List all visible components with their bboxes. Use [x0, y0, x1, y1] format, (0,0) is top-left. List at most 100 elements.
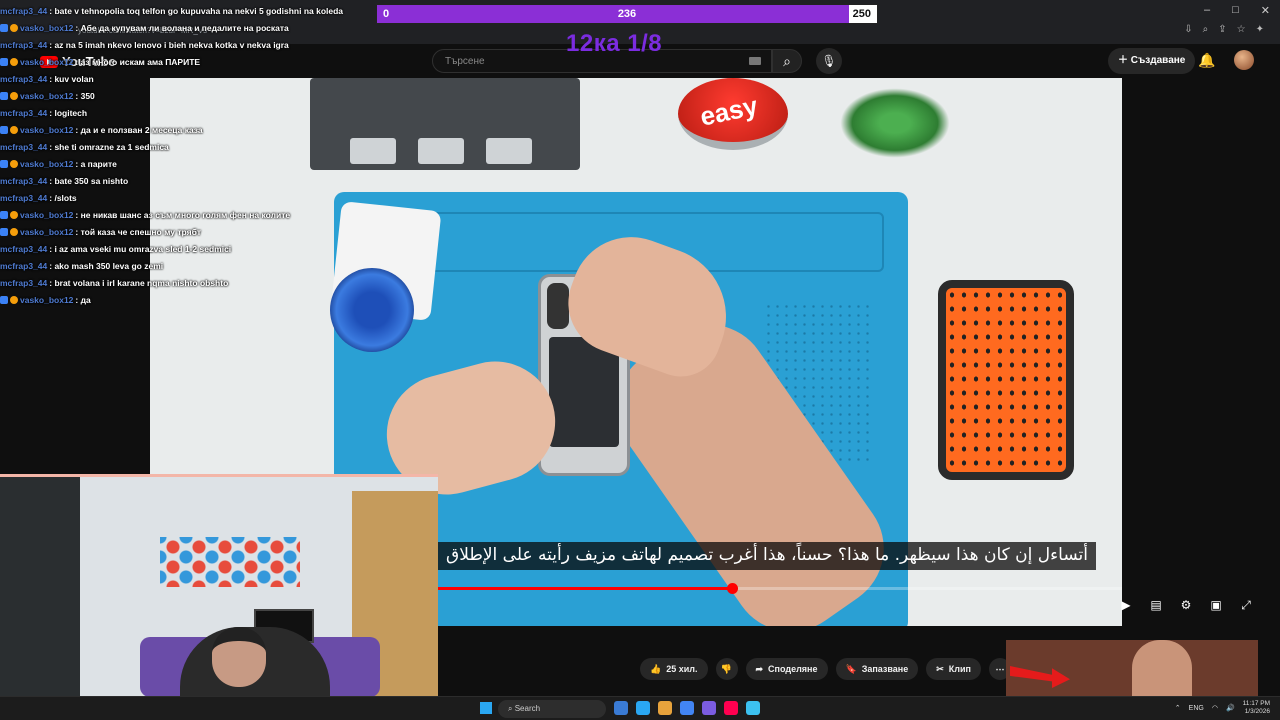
chat-username: mcfrap3_44 — [0, 5, 48, 16]
chat-username: mcfrap3_44 — [0, 39, 48, 50]
video-actions: 👍 25 хил. 👎 ➦ Споделяне 🔖 Запазване ✂ Клип ⋯ — [640, 658, 1011, 680]
share-page-icon[interactable]: ⇪ — [1218, 24, 1226, 35]
avatar[interactable] — [1234, 50, 1254, 70]
chat-text: : /slots — [49, 192, 77, 203]
file-explorer-icon[interactable] — [614, 701, 628, 715]
zoom-icon[interactable]: ⌕ — [1203, 24, 1209, 35]
chat-username: vasko_box12 — [20, 124, 74, 135]
streamer-head — [212, 627, 266, 687]
chevron-up-icon[interactable]: ⌃ — [1175, 704, 1181, 712]
chat-text: : аз много искам ама ПАРИТЕ — [75, 56, 201, 67]
window-controls: – □ ✕ — [1204, 4, 1270, 17]
moderator-badge-icon — [0, 210, 8, 219]
create-button[interactable]: ＋ Създаване — [1108, 48, 1196, 74]
clip-button[interactable]: ✂ Клип — [926, 658, 981, 680]
screen: youtube.com/watch?v=bzuP-MR_Vs ⇩ ⌕ ⇪ ☆ ✦… — [0, 0, 1280, 720]
chat-message: mcfrap3_44: she ti omrazne za 1 sedmica — [0, 138, 440, 155]
settings-icon[interactable]: ⚙ — [1178, 598, 1194, 613]
like-count: 25 хил. — [666, 664, 698, 674]
chat-username: mcfrap3_44 — [0, 260, 48, 271]
minimize-button[interactable]: – — [1204, 4, 1210, 17]
telegram-icon[interactable] — [746, 701, 760, 715]
dislike-button[interactable]: 👎 — [715, 658, 738, 680]
scissors-icon: ✂ — [936, 664, 944, 674]
clip-label: Клип — [948, 664, 971, 674]
share-icon: ➦ — [755, 664, 764, 674]
system-tray: ⌃ ENG ◠ 🔊 11:17 PM 1/3/2026 — [1175, 700, 1270, 716]
clock-time: 11:17 PM — [1242, 700, 1270, 707]
voice-search-button[interactable]: 🎙 — [816, 48, 842, 74]
moderator-badge-icon — [0, 57, 8, 66]
close-button[interactable]: ✕ — [1261, 4, 1270, 17]
video-subtitle: أتساءل إن كان هذا سيظهر. ما هذا؟ حسناً، … — [438, 542, 1096, 570]
chat-text: : 350 — [75, 90, 95, 101]
edge-icon[interactable] — [636, 701, 650, 715]
fullscreen-icon[interactable]: ⤢ — [1238, 598, 1254, 613]
bookmark-icon[interactable]: ☆ — [1237, 24, 1246, 35]
subscriber-badge-icon — [10, 57, 18, 66]
taskbar-search[interactable]: ⌕ Search — [498, 700, 606, 718]
notifications-bell-icon[interactable]: 🔔 — [1198, 52, 1215, 69]
share-button[interactable]: ➦ Споделяне — [745, 658, 828, 680]
miniplayer-icon[interactable]: ▣ — [1208, 598, 1224, 613]
search-button[interactable]: ⌕ — [772, 49, 802, 73]
chat-text: : а парите — [75, 158, 117, 169]
subtitles-icon[interactable]: ▤ — [1148, 598, 1164, 613]
chat-text: : logitech — [49, 107, 88, 118]
windows-start-icon[interactable] — [480, 702, 492, 714]
chat-username: mcfrap3_44 — [0, 107, 48, 118]
screwdriver-bit-case — [938, 280, 1074, 480]
discord-icon[interactable] — [702, 701, 716, 715]
video-progress-bar[interactable] — [438, 583, 1122, 594]
chat-message: vasko_box12: Абе да купувам ли волана и … — [0, 19, 440, 36]
chat-text: : да — [75, 294, 91, 305]
moderator-badge-icon — [0, 227, 8, 236]
moderator-badge-icon — [0, 295, 8, 304]
chat-username: vasko_box12 — [20, 294, 74, 305]
chat-username: mcfrap3_44 — [0, 175, 48, 186]
download-icon[interactable]: ⇩ — [1184, 24, 1192, 35]
chat-message: mcfrap3_44: i az ama vseki mu omrazva sl… — [0, 240, 440, 257]
chat-text: : Абе да купувам ли волана и педалите на… — [75, 22, 289, 33]
chat-username: vasko_box12 — [20, 209, 74, 220]
chat-text: : she ti omrazne za 1 sedmica — [49, 141, 169, 152]
tiktok-icon[interactable] — [724, 701, 738, 715]
maximize-button[interactable]: □ — [1232, 4, 1239, 17]
keyboard-icon[interactable] — [749, 57, 761, 65]
player-controls: ▶ ▤ ⚙ ▣ ⤢ — [1118, 598, 1254, 613]
chat-overlay: mcfrap3_44: bate v tehnopolia toq telfon… — [0, 2, 440, 308]
folder-icon[interactable] — [658, 701, 672, 715]
chat-username: vasko_box12 — [20, 90, 74, 101]
goal-progress-bar: 0 236 250 — [376, 4, 878, 24]
volume-icon[interactable]: 🔊 — [1226, 704, 1235, 712]
reaction-face — [1132, 640, 1192, 696]
chrome-icon[interactable] — [680, 701, 694, 715]
save-label: Запазване — [861, 664, 909, 674]
play-icon[interactable]: ▶ — [1118, 598, 1134, 613]
goal-title: 12ка 1/8 — [566, 30, 663, 57]
chat-username: mcfrap3_44 — [0, 243, 48, 254]
search-placeholder: Търсене — [445, 56, 485, 67]
streamer-webcam — [0, 474, 438, 720]
clock-date: 1/3/2026 — [1244, 708, 1270, 715]
chat-message: mcfrap3_44: bate v tehnopolia toq telfon… — [0, 2, 440, 19]
chat-message: vasko_box12: а парите — [0, 155, 440, 172]
plant — [840, 88, 950, 158]
extensions-icon[interactable]: ✦ — [1256, 24, 1264, 35]
chat-username: mcfrap3_44 — [0, 277, 48, 288]
chat-username: vasko_box12 — [20, 226, 74, 237]
moderator-badge-icon — [0, 91, 8, 100]
video-progress-fill — [438, 587, 733, 590]
subscriber-badge-icon — [10, 227, 18, 236]
like-button[interactable]: 👍 25 хил. — [640, 658, 708, 680]
chat-text: : kuv volan — [49, 73, 94, 84]
save-button[interactable]: 🔖 Запазване — [835, 658, 919, 680]
chat-message: mcfrap3_44: az na 5 imah nkevo lenovo i … — [0, 36, 440, 53]
chat-username: vasko_box12 — [20, 158, 74, 169]
chat-text: : да и е ползван 2 месеца каза — [75, 124, 203, 135]
wifi-icon[interactable]: ◠ — [1212, 704, 1218, 712]
chat-username: vasko_box12 — [20, 22, 74, 33]
chat-message: vasko_box12: аз много искам ама ПАРИТЕ — [0, 53, 440, 70]
lang-indicator[interactable]: ENG — [1189, 705, 1204, 712]
clock[interactable]: 11:17 PM 1/3/2026 — [1243, 700, 1270, 716]
